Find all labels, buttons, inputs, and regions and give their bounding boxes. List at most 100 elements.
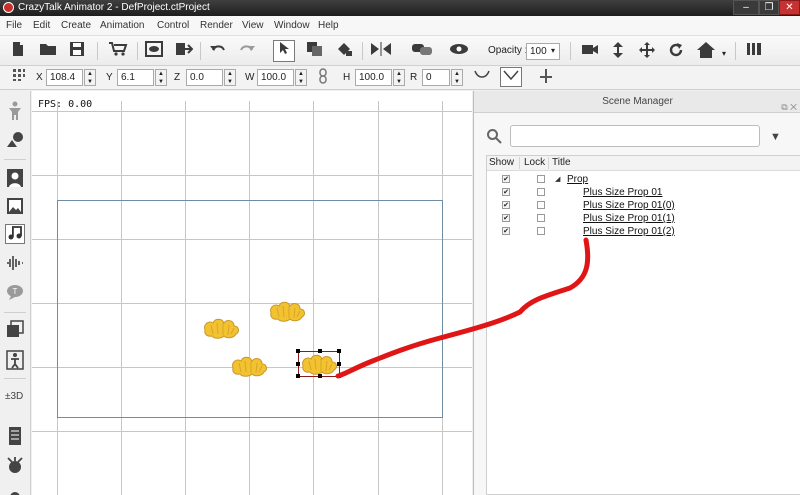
- save-icon[interactable]: [67, 41, 87, 61]
- export-icon[interactable]: [174, 41, 194, 61]
- column-lock[interactable]: Lock: [524, 157, 545, 168]
- eye-icon[interactable]: [449, 41, 469, 61]
- scene-prop-icon[interactable]: [5, 131, 25, 151]
- settings-icon[interactable]: [5, 484, 25, 495]
- speech-bubble-icon[interactable]: T: [5, 284, 25, 304]
- curve-linear-icon[interactable]: [500, 67, 522, 87]
- chevron-down-icon[interactable]: ▾: [551, 46, 555, 55]
- stage-canvas[interactable]: FPS: 0.00: [32, 91, 472, 495]
- rotate-icon[interactable]: [666, 41, 686, 61]
- select-arrow-icon[interactable]: [273, 40, 295, 62]
- r-stepper[interactable]: ▲ ▼: [451, 69, 463, 86]
- cart-icon[interactable]: [106, 41, 130, 61]
- resize-handle[interactable]: [296, 349, 300, 353]
- tree-row[interactable]: ✔ Plus Size Prop 01(2): [487, 226, 800, 239]
- show-checkbox[interactable]: ✔: [502, 175, 510, 183]
- grid-icon[interactable]: [9, 68, 29, 88]
- chain-link-icon[interactable]: [313, 68, 333, 88]
- home-icon[interactable]: [696, 41, 716, 61]
- lock-checkbox[interactable]: [537, 214, 545, 222]
- z-stepper[interactable]: ▲ ▼: [224, 69, 236, 86]
- show-checkbox[interactable]: ✔: [502, 188, 510, 196]
- new-file-icon[interactable]: [8, 41, 28, 61]
- close-button[interactable]: ✕: [779, 0, 800, 15]
- resize-handle[interactable]: [337, 349, 341, 353]
- restore-button[interactable]: ❐: [759, 0, 779, 15]
- r-field[interactable]: 0: [422, 69, 450, 86]
- x-stepper[interactable]: ▲ ▼: [84, 69, 96, 86]
- motion-icon[interactable]: [5, 456, 25, 476]
- menu-create[interactable]: Create: [61, 20, 91, 31]
- menu-render[interactable]: Render: [200, 20, 233, 31]
- actor-icon[interactable]: [5, 101, 25, 121]
- resize-handle[interactable]: [337, 374, 341, 378]
- row-title[interactable]: Plus Size Prop 01(0): [583, 200, 675, 211]
- portrait-icon[interactable]: [5, 168, 25, 188]
- move-vertical-icon[interactable]: [608, 41, 628, 61]
- redo-icon[interactable]: [237, 41, 257, 61]
- script-icon[interactable]: [5, 426, 25, 446]
- copy-icon[interactable]: [305, 41, 325, 61]
- y-stepper[interactable]: ▲ ▼: [155, 69, 167, 86]
- camera-icon[interactable]: [580, 41, 600, 61]
- tree-row[interactable]: ✔ Plus Size Prop 01(1): [487, 213, 800, 226]
- collapse-icon[interactable]: ◢: [555, 175, 560, 183]
- minimize-button[interactable]: –: [733, 0, 759, 15]
- plus-size-prop-01-0[interactable]: [268, 299, 308, 323]
- undo-icon[interactable]: [208, 41, 228, 61]
- show-checkbox[interactable]: ✔: [502, 201, 510, 209]
- pivot-icon[interactable]: [536, 68, 556, 88]
- lock-checkbox[interactable]: [537, 188, 545, 196]
- lock-checkbox[interactable]: [537, 227, 545, 235]
- chevron-down-icon[interactable]: ▾: [722, 49, 726, 58]
- resize-handle[interactable]: [337, 362, 341, 366]
- column-show[interactable]: Show: [489, 157, 514, 168]
- audio-wave-icon[interactable]: [5, 254, 25, 274]
- image-icon[interactable]: [5, 196, 25, 216]
- open-folder-icon[interactable]: [38, 41, 58, 61]
- row-title[interactable]: Plus Size Prop 01(1): [583, 213, 675, 224]
- panel-float-close-icon[interactable]: ⧉ ✕: [781, 96, 797, 118]
- layers-icon[interactable]: [5, 320, 25, 340]
- menu-animation[interactable]: Animation: [100, 20, 144, 31]
- resize-handle[interactable]: [296, 374, 300, 378]
- resize-handle[interactable]: [296, 362, 300, 366]
- selection-box[interactable]: [296, 349, 341, 378]
- tree-row[interactable]: ✔ ◢ Prop: [487, 174, 800, 187]
- column-title[interactable]: Title: [552, 157, 571, 168]
- timeline-icon[interactable]: [744, 41, 764, 61]
- w-stepper[interactable]: ▲ ▼: [295, 69, 307, 86]
- menu-window[interactable]: Window: [274, 20, 310, 31]
- plus-size-prop-01-1[interactable]: [230, 354, 270, 378]
- lock-checkbox[interactable]: [537, 175, 545, 183]
- menu-control[interactable]: Control: [157, 20, 189, 31]
- row-title[interactable]: Plus Size Prop 01(2): [583, 226, 675, 237]
- convert-3d-icon[interactable]: ±3D: [5, 387, 25, 407]
- row-title[interactable]: Plus Size Prop 01: [583, 187, 663, 198]
- link-icon[interactable]: [410, 41, 432, 61]
- resize-handle[interactable]: [318, 349, 322, 353]
- chevron-down-icon[interactable]: ▼: [770, 131, 781, 143]
- w-field[interactable]: 100.0: [257, 69, 294, 86]
- z-field[interactable]: 0.0: [186, 69, 223, 86]
- menu-view[interactable]: View: [242, 20, 264, 31]
- search-input[interactable]: [510, 125, 760, 147]
- resize-handle[interactable]: [318, 374, 322, 378]
- tree-row[interactable]: ✔ Plus Size Prop 01: [487, 187, 800, 200]
- lock-checkbox[interactable]: [537, 201, 545, 209]
- menu-help[interactable]: Help: [318, 20, 339, 31]
- row-title[interactable]: Prop: [567, 174, 588, 185]
- menu-file[interactable]: File: [6, 20, 22, 31]
- x-field[interactable]: 108.4: [46, 69, 83, 86]
- curve-ease-icon[interactable]: [472, 68, 492, 88]
- menu-edit[interactable]: Edit: [33, 20, 50, 31]
- show-checkbox[interactable]: ✔: [502, 227, 510, 235]
- move-icon[interactable]: [637, 41, 657, 61]
- show-checkbox[interactable]: ✔: [502, 214, 510, 222]
- h-field[interactable]: 100.0: [355, 69, 392, 86]
- plus-size-prop-01[interactable]: [202, 316, 242, 340]
- fill-icon[interactable]: [334, 41, 354, 61]
- character-pose-icon[interactable]: [5, 350, 25, 370]
- tree-row[interactable]: ✔ Plus Size Prop 01(0): [487, 200, 800, 213]
- h-stepper[interactable]: ▲ ▼: [393, 69, 405, 86]
